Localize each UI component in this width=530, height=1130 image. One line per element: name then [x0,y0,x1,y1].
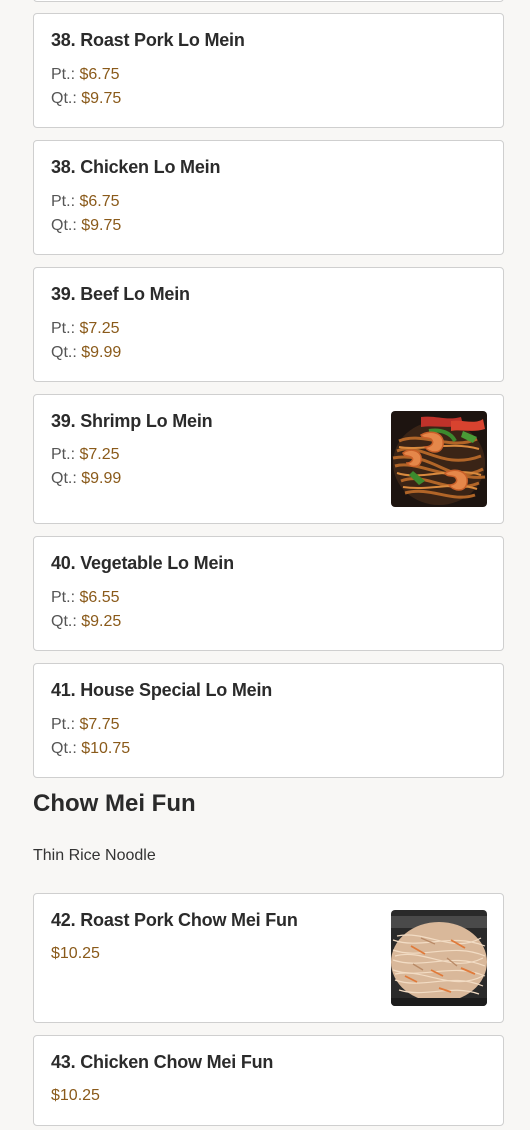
quart-price-line: Qt.: $10.75 [51,740,130,758]
menu-item-card[interactable]: 39. Beef Lo Mein Pt.: $7.25 Qt.: $9.99 [33,267,504,382]
item-price: $10.25 [51,1087,100,1104]
chow-mei-fun-photo[interactable] [391,910,487,1006]
quart-label: Qt.: [51,613,77,630]
quart-label: Qt.: [51,470,77,487]
menu-item-card[interactable]: 39. Shrimp Lo Mein Pt.: $7.25 Qt.: $9.99 [33,394,504,524]
quart-label: Qt.: [51,217,77,234]
quart-price: $9.99 [81,470,122,487]
pint-label: Pt.: [51,66,76,83]
quart-price: $9.75 [81,217,122,234]
menu-item-card[interactable]: 42. Roast Pork Chow Mei Fun $10.25 [33,893,504,1023]
pint-price: $7.25 [79,320,120,337]
quart-price-line: Qt.: $9.99 [51,344,121,362]
quart-price-line: Qt.: $9.75 [51,90,121,108]
menu-item-card-partial[interactable] [33,0,504,2]
pint-label: Pt.: [51,589,76,606]
pint-label: Pt.: [51,320,76,337]
quart-price-line: Qt.: $9.25 [51,613,121,631]
pint-price: $6.75 [79,66,120,83]
pint-price: $7.75 [79,716,120,733]
menu-item-card[interactable]: 41. House Special Lo Mein Pt.: $7.75 Qt.… [33,663,504,778]
pint-label: Pt.: [51,193,76,210]
menu-item-card[interactable]: 40. Vegetable Lo Mein Pt.: $6.55 Qt.: $9… [33,536,504,651]
menu-item-name: 39. Beef Lo Mein [51,284,190,304]
menu-item-name: 42. Roast Pork Chow Mei Fun [51,910,298,930]
menu-item-name: 41. House Special Lo Mein [51,680,273,700]
quart-price: $9.99 [81,344,122,361]
pint-price-line: Pt.: $7.25 [51,320,120,338]
menu-item-name: 39. Shrimp Lo Mein [51,411,213,431]
shrimp-lo-mein-photo[interactable] [391,411,487,507]
section-title: Chow Mei Fun [33,790,196,817]
pint-price: $7.25 [79,446,120,463]
quart-price: $9.75 [81,90,122,107]
pint-price-line: Pt.: $6.55 [51,589,120,607]
menu-page: 38. Roast Pork Lo Mein Pt.: $6.75 Qt.: $… [0,0,530,1130]
pint-price-line: Pt.: $6.75 [51,66,120,84]
menu-item-card[interactable]: 38. Roast Pork Lo Mein Pt.: $6.75 Qt.: $… [33,13,504,128]
menu-item-name: 43. Chicken Chow Mei Fun [51,1052,274,1072]
pint-price-line: Pt.: $7.25 [51,446,120,464]
menu-item-name: 38. Roast Pork Lo Mein [51,30,245,50]
pint-price-line: Pt.: $6.75 [51,193,120,211]
quart-price-line: Qt.: $9.99 [51,470,121,488]
pint-price: $6.55 [79,589,120,606]
pint-label: Pt.: [51,716,76,733]
item-price: $10.25 [51,945,100,962]
menu-item-card[interactable]: 43. Chicken Chow Mei Fun $10.25 [33,1035,504,1126]
quart-price-line: Qt.: $9.75 [51,217,121,235]
menu-item-name: 40. Vegetable Lo Mein [51,553,234,573]
quart-label: Qt.: [51,740,77,757]
quart-label: Qt.: [51,344,77,361]
menu-item-card[interactable]: 38. Chicken Lo Mein Pt.: $6.75 Qt.: $9.7… [33,140,504,255]
pint-label: Pt.: [51,446,76,463]
quart-label: Qt.: [51,90,77,107]
section-subtitle: Thin Rice Noodle [33,847,156,864]
quart-price: $10.75 [81,740,131,757]
pint-price: $6.75 [79,193,120,210]
quart-price: $9.25 [81,613,122,630]
pint-price-line: Pt.: $7.75 [51,716,120,734]
menu-item-name: 38. Chicken Lo Mein [51,157,221,177]
